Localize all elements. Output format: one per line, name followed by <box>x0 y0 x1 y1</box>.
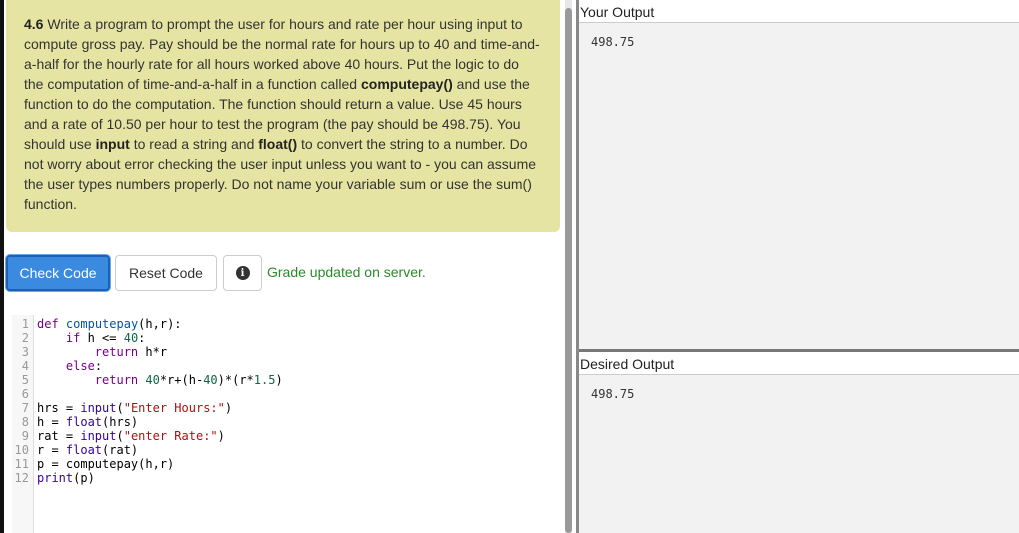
info-icon: i <box>235 266 250 280</box>
line-number: 11 <box>14 457 29 471</box>
your-output-panel <box>579 23 1019 349</box>
prompt-code-float: float() <box>258 136 298 152</box>
line-number: 12 <box>14 471 29 485</box>
desired-output-title: Desired Output <box>580 356 675 372</box>
left-pane-scrollbar[interactable] <box>565 0 572 533</box>
line-number: 8 <box>21 415 29 429</box>
line-number: 6 <box>21 387 29 401</box>
grade-status: Grade updated on server. <box>267 264 426 280</box>
left-border <box>0 0 4 533</box>
line-number: 2 <box>21 331 29 345</box>
code-text[interactable]: def computepay(h,r): <box>37 317 182 331</box>
info-button[interactable]: i <box>223 255 262 291</box>
line-number: 1 <box>21 317 29 331</box>
code-text[interactable]: rat = input("enter Rate:") <box>37 429 225 443</box>
reset-code-button[interactable]: Reset Code <box>115 255 217 291</box>
prompt-code-input: input <box>95 136 130 152</box>
code-text[interactable]: else: <box>37 359 102 373</box>
scrollbar-thumb[interactable] <box>565 8 572 533</box>
your-output-title: Your Output <box>580 4 655 20</box>
code-text[interactable]: p = computepay(h,r) <box>37 457 174 471</box>
problem-description: 4.6 Write a program to prompt the user f… <box>6 0 560 232</box>
desired-output-panel <box>579 375 1019 533</box>
code-text[interactable]: return 40*r+(h-40)*(r*1.5) <box>37 373 283 387</box>
code-text[interactable]: if h <= 40: <box>37 331 146 345</box>
prompt-text-3: to read a string and <box>129 136 259 152</box>
line-number: 9 <box>21 429 29 443</box>
code-text[interactable]: return h*r <box>37 345 167 359</box>
code-text[interactable]: hrs = input("Enter Hours:") <box>37 401 232 415</box>
output-separator[interactable] <box>579 349 1019 352</box>
prompt-code-computepay: computepay() <box>360 76 453 92</box>
line-number: 10 <box>14 443 29 457</box>
line-number: 7 <box>21 401 29 415</box>
line-number: 4 <box>21 359 29 373</box>
desired-output-value: 498.75 <box>591 387 635 401</box>
line-number: 5 <box>21 373 29 387</box>
problem-number: 4.6 <box>24 16 44 32</box>
your-output-value: 498.75 <box>591 35 635 49</box>
code-text[interactable]: h = float(hrs) <box>37 415 138 429</box>
line-number: 3 <box>21 345 29 359</box>
check-code-button[interactable]: Check Code <box>6 255 110 291</box>
code-editor[interactable]: 1 def computepay(h,r): 2 if h <= 40: 3 retu… <box>12 315 562 533</box>
code-text[interactable]: r = float(rat) <box>37 443 138 457</box>
code-text[interactable]: print(p) <box>37 471 95 485</box>
